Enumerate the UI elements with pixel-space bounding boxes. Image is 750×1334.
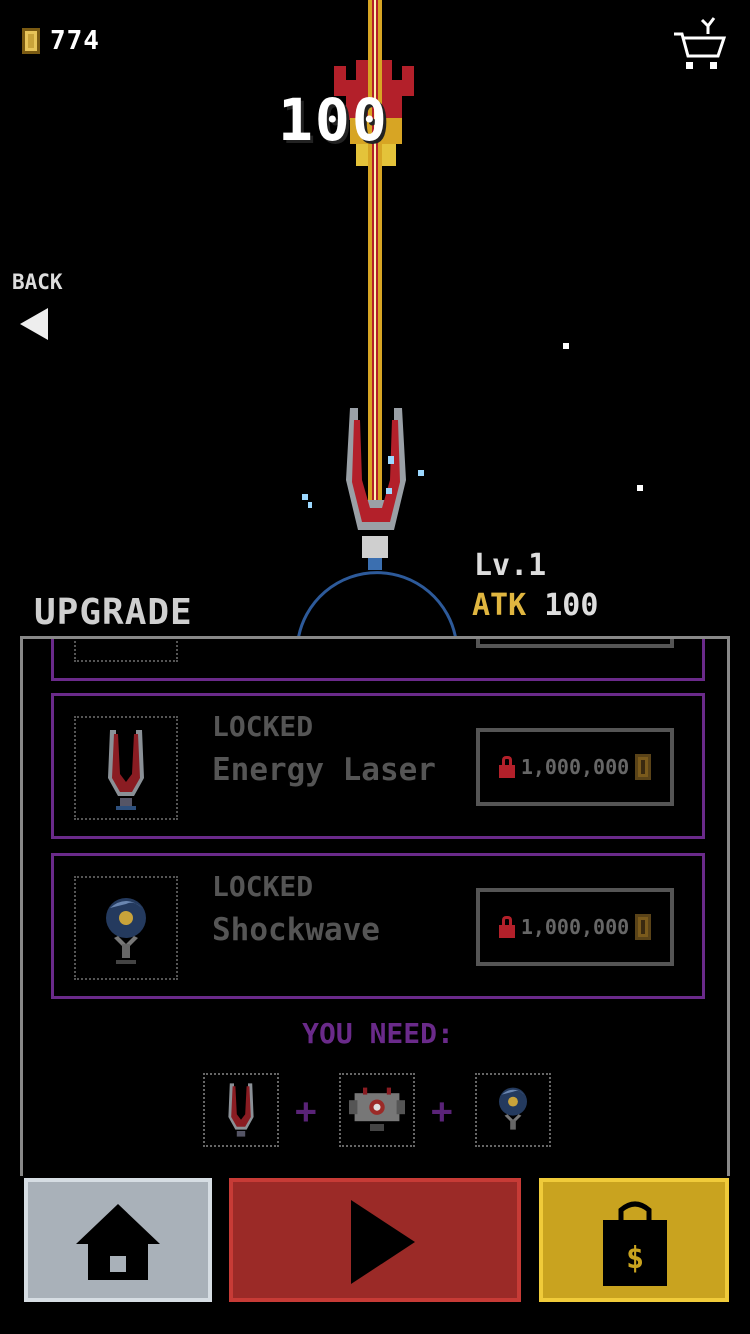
weapon-attack: ATK 100	[472, 588, 598, 623]
back-label: BACK	[12, 270, 63, 294]
drone-icon	[339, 1073, 415, 1147]
buy-shockwave-button[interactable]: 1,000,000	[476, 888, 674, 966]
star	[563, 343, 569, 349]
atk-label: ATK	[472, 588, 527, 623]
svg-text:$: $	[626, 1241, 644, 1276]
coin-icon	[635, 914, 652, 940]
coin-icon	[22, 28, 40, 54]
energy-laser-icon	[203, 1073, 279, 1147]
price-label: 1,000,000	[520, 915, 630, 939]
damage-score: 100	[278, 86, 389, 154]
shockwave-icon	[74, 876, 178, 980]
weapon-level: Lv.1	[474, 548, 547, 583]
you-need-label: YOU NEED:	[302, 1017, 454, 1050]
price-button[interactable]	[476, 639, 674, 648]
laser-beam	[368, 0, 382, 500]
plus-icon: +	[431, 1091, 453, 1132]
upgrade-title: UPGRADE	[34, 592, 193, 633]
back-button[interactable]: BACK	[12, 270, 63, 340]
upgrade-card[interactable]	[51, 639, 705, 681]
home-button[interactable]	[24, 1178, 212, 1302]
home-icon	[76, 1204, 160, 1280]
lock-icon	[498, 756, 515, 778]
buy-energy-laser-button[interactable]: 1,000,000	[476, 728, 674, 806]
coin-icon	[635, 754, 652, 780]
coin-counter: 774	[22, 26, 100, 56]
star	[637, 485, 643, 491]
upgrade-card-shockwave[interactable]: LOCKED Shockwave 1,000,000	[51, 853, 705, 999]
shop-bag-icon: $	[603, 1201, 667, 1286]
lock-icon	[498, 916, 515, 938]
plus-icon: +	[295, 1091, 317, 1132]
shop-cart-icon[interactable]	[672, 16, 728, 74]
upgrade-card-energy-laser[interactable]: LOCKED Energy Laser 1,000,000	[51, 693, 705, 839]
locked-label: LOCKED	[212, 710, 314, 743]
shop-button[interactable]: $	[539, 1178, 729, 1302]
price-label: 1,000,000	[520, 755, 630, 779]
shockwave-icon	[475, 1073, 551, 1147]
energy-laser-icon	[74, 716, 178, 820]
play-button[interactable]	[229, 1178, 521, 1302]
weapon-thumbnail	[74, 639, 178, 662]
back-arrow-icon	[20, 308, 48, 340]
play-icon	[351, 1200, 415, 1284]
upgrade-panel[interactable]: LOCKED Energy Laser 1,000,000 LOCKED Sho…	[20, 636, 730, 1176]
item-name: Shockwave	[212, 912, 380, 948]
item-name: Energy Laser	[212, 752, 436, 788]
coin-count: 774	[50, 26, 100, 56]
atk-value: 100	[544, 588, 599, 623]
locked-label: LOCKED	[212, 870, 314, 903]
